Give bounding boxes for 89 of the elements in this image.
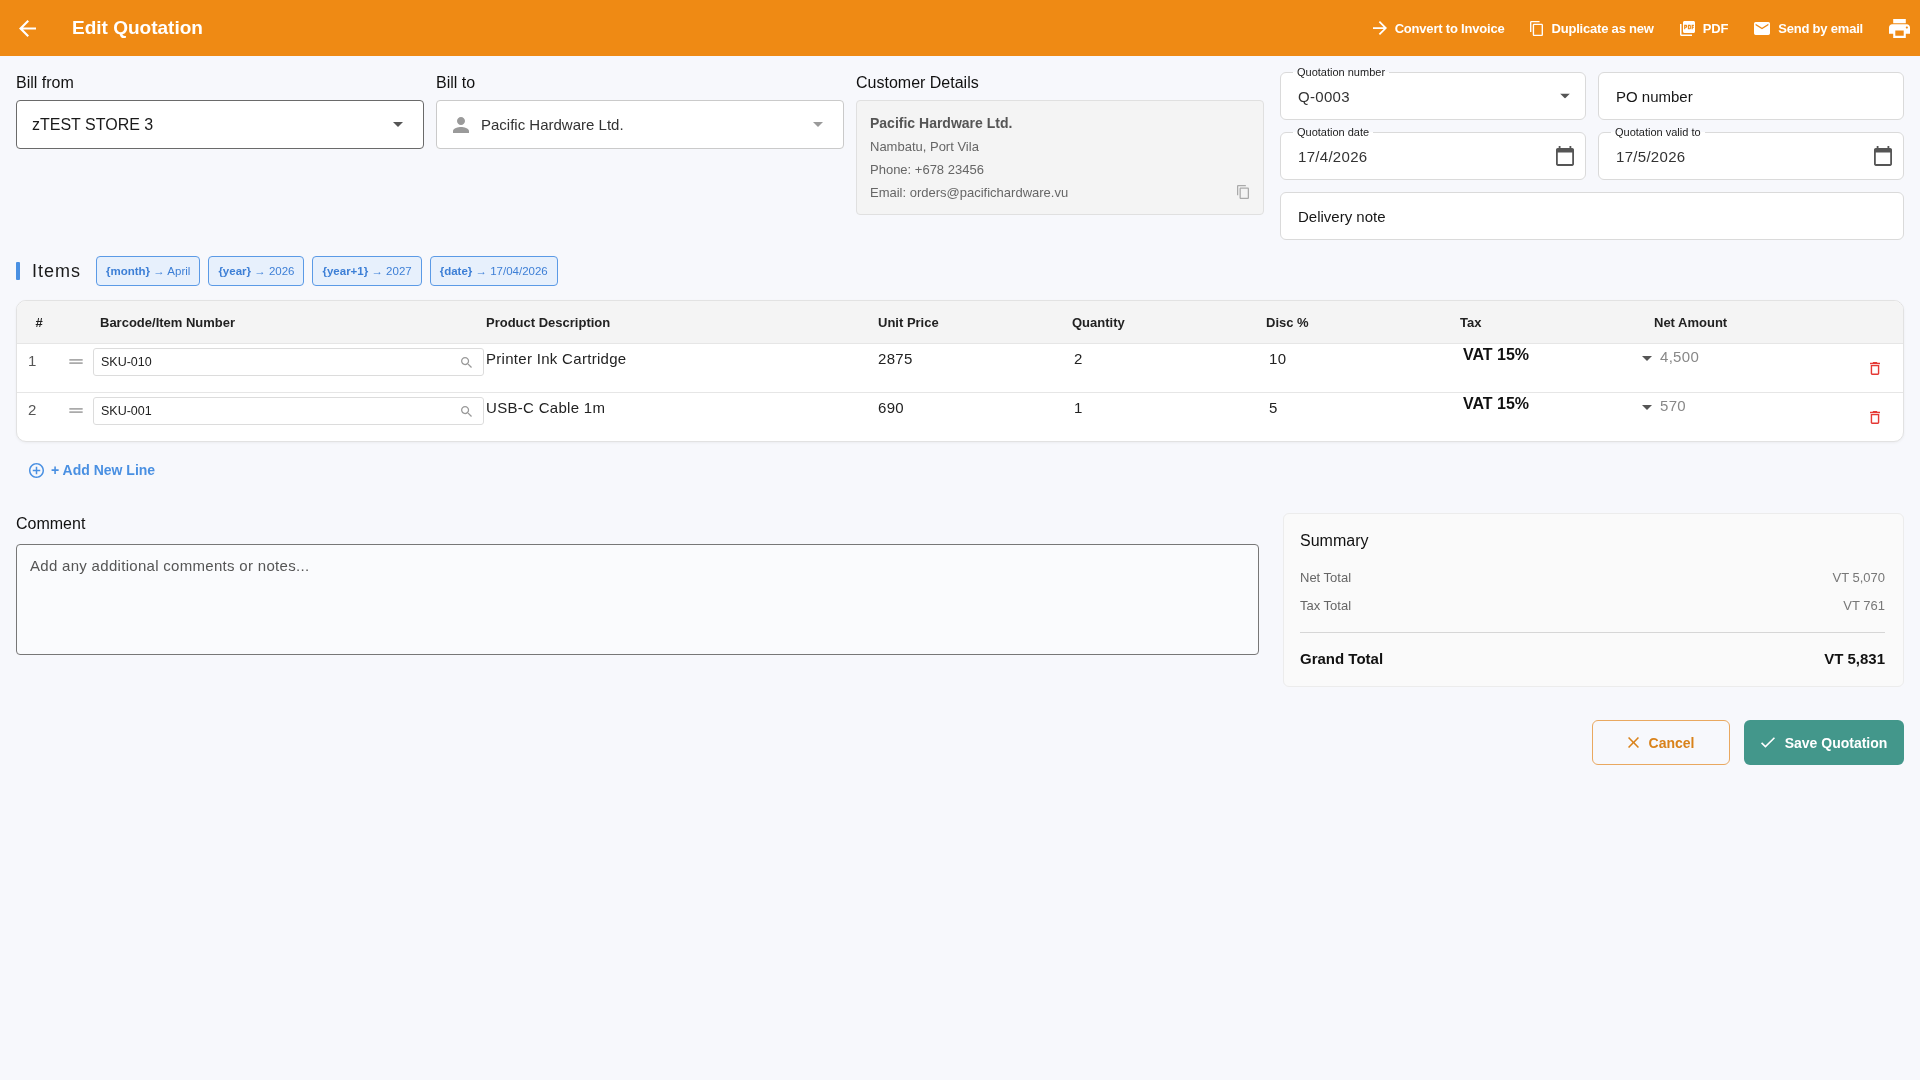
quantity-value: 1 xyxy=(1074,399,1083,416)
store-select[interactable]: zTEST STORE 3 xyxy=(16,100,424,149)
calendar-icon xyxy=(1556,146,1574,166)
grand-total-value: VT 5,831 xyxy=(1824,649,1885,669)
barcode-field[interactable]: SKU-001 xyxy=(93,397,484,425)
text-field[interactable]: Delivery note xyxy=(1280,192,1904,240)
drag-handle-icon xyxy=(69,408,83,413)
arrow-right-icon xyxy=(1372,21,1387,35)
customer-detail-line: Phone: +678 23456 xyxy=(870,161,985,179)
comment-field[interactable]: Add any additional comments or notes... xyxy=(16,544,1259,655)
copy-icon xyxy=(1530,20,1544,36)
close-icon xyxy=(1627,737,1639,748)
trash-icon xyxy=(1870,410,1880,424)
header-action-button[interactable]: Send by email xyxy=(1754,14,1863,42)
field-label: Bill to xyxy=(436,73,477,93)
field-label: Bill from xyxy=(16,73,75,93)
column-header: Unit Price xyxy=(878,314,939,330)
unit-price: 2875 xyxy=(878,350,913,367)
product-description: Printer Ink Cartridge xyxy=(486,350,627,367)
drag-handle-icon xyxy=(69,359,83,364)
customer-detail-line: Email: orders@pacifichardware.vu xyxy=(870,184,1069,202)
discount-value: 5 xyxy=(1269,399,1278,416)
section-title: Customer Details xyxy=(856,73,980,93)
copy-icon xyxy=(1237,185,1249,199)
column-header: Net Amount xyxy=(1654,314,1728,330)
page-title: Edit Quotation xyxy=(72,17,203,39)
field-label: Quotation number xyxy=(1293,65,1390,79)
header-action-button[interactable]: Convert to Invoice xyxy=(1372,14,1505,42)
field-label: Comment xyxy=(16,514,87,534)
header-action-button[interactable]: PDF xyxy=(1679,14,1729,42)
caret-down-icon xyxy=(1560,93,1570,99)
column-header: Quantity xyxy=(1072,314,1125,330)
printer-icon xyxy=(1889,18,1910,38)
print-button[interactable] xyxy=(1889,18,1910,38)
field-label: Quotation date xyxy=(1293,125,1374,139)
customer-detail-line: Nambatu, Port Vila xyxy=(870,138,980,156)
field-label: Quotation valid to xyxy=(1611,125,1705,139)
copy-button[interactable] xyxy=(1237,185,1249,199)
column-header: Disc % xyxy=(1266,314,1309,330)
column-header: Product Description xyxy=(486,314,611,330)
grand-total-label: Grand Total xyxy=(1300,649,1384,669)
unit-price: 690 xyxy=(878,399,904,416)
back-arrow-icon xyxy=(19,19,36,37)
add-line-button[interactable]: + Add New Line xyxy=(29,458,156,482)
delete-button[interactable] xyxy=(1870,410,1880,424)
search-icon xyxy=(461,357,472,368)
row-number: 2 xyxy=(28,401,37,418)
section-title: Items xyxy=(32,260,81,282)
discount-value: 10 xyxy=(1269,350,1287,367)
pdf-file-icon xyxy=(1679,20,1695,36)
text-field[interactable]: PO number xyxy=(1598,72,1904,120)
column-header: Tax xyxy=(1460,314,1482,330)
delete-button[interactable] xyxy=(1870,361,1880,375)
section-accent-bar xyxy=(16,262,20,280)
variable-chip[interactable]: {year} → 2026 xyxy=(208,256,305,286)
header-action-button[interactable]: Duplicate as new xyxy=(1530,14,1654,42)
tax-select[interactable]: VAT 15% xyxy=(1460,394,1654,414)
check-icon xyxy=(1760,737,1775,748)
summary-value: VT 761 xyxy=(1843,597,1885,615)
caret-down-icon xyxy=(393,122,403,127)
barcode-field[interactable]: SKU-010 xyxy=(93,348,484,376)
customer-name: Pacific Hardware Ltd. xyxy=(870,114,1014,133)
net-amount: 4,500 xyxy=(1660,348,1700,365)
cancel-button[interactable]: Cancel xyxy=(1592,720,1730,765)
column-header: # xyxy=(35,314,43,330)
caret-down-icon xyxy=(1642,405,1652,410)
product-description: USB-C Cable 1m xyxy=(486,399,606,416)
row-number: 1 xyxy=(28,352,37,369)
summary-label: Net Total xyxy=(1300,569,1352,587)
quantity-value: 2 xyxy=(1074,350,1083,367)
tax-select[interactable]: VAT 15% xyxy=(1460,345,1654,365)
calendar-icon xyxy=(1874,146,1892,166)
column-header: Barcode/Item Number xyxy=(100,314,236,330)
save-button[interactable]: Save Quotation xyxy=(1744,720,1904,765)
back-button[interactable] xyxy=(19,19,36,37)
summary-value: VT 5,070 xyxy=(1832,569,1885,587)
summary-label: Tax Total xyxy=(1300,597,1352,615)
net-amount: 570 xyxy=(1660,397,1686,414)
caret-down-icon xyxy=(813,122,823,127)
customer-select[interactable]: Pacific Hardware Ltd. xyxy=(436,100,844,149)
trash-icon xyxy=(1870,361,1880,375)
envelope-icon xyxy=(1754,21,1771,35)
variable-chip[interactable]: {month} → April xyxy=(96,256,201,286)
caret-down-icon xyxy=(1642,356,1652,361)
summary-title: Summary xyxy=(1300,531,1370,551)
variable-chip[interactable]: {date} → 17/04/2026 xyxy=(429,256,558,286)
search-icon xyxy=(461,406,472,417)
variable-chip[interactable]: {year+1} → 2027 xyxy=(312,256,422,286)
person-icon xyxy=(453,116,469,133)
